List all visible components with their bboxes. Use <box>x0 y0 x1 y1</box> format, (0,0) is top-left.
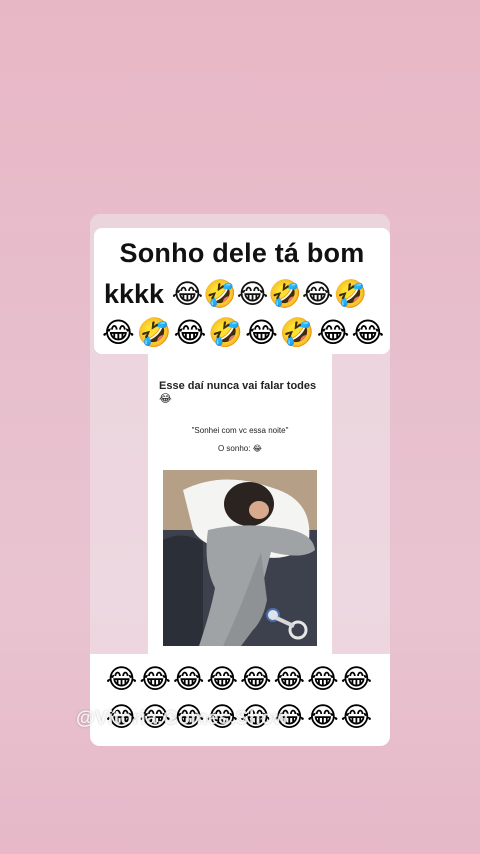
shared-post-card[interactable]: Esse daí nunca vai falar todes 😂 "Sonhei… <box>148 354 332 654</box>
post-dream-label: O sonho: 😂 <box>217 444 263 453</box>
baby-photo-illustration <box>163 470 317 646</box>
baby-sleeping-photo <box>163 470 317 646</box>
caption-emoji-line: 😂🤣😂🤣😂🤣😂😂 <box>102 317 387 348</box>
caption-text-line2: kkkk 😂🤣😂🤣😂🤣 <box>104 279 368 309</box>
post-title: Esse daí nunca vai falar todes 😂 <box>159 380 317 405</box>
caption-bottom-box: 😂😂😂😂😂😂😂😂 😂😂😂😂😂😂😂😂 <box>90 654 390 746</box>
caption-text-line1: Sonho dele tá bom <box>119 238 365 268</box>
watermark-text: @Vitoria.Gomes.Show <box>76 708 289 729</box>
caption-top-box: Sonho dele tá bom kkkk 😂🤣😂🤣😂🤣 😂🤣😂🤣😂🤣😂😂 <box>94 228 390 354</box>
post-quote: "Sonhei com vc essa noite" <box>191 426 289 435</box>
emoji-row-1: 😂😂😂😂😂😂😂😂 <box>105 664 375 694</box>
